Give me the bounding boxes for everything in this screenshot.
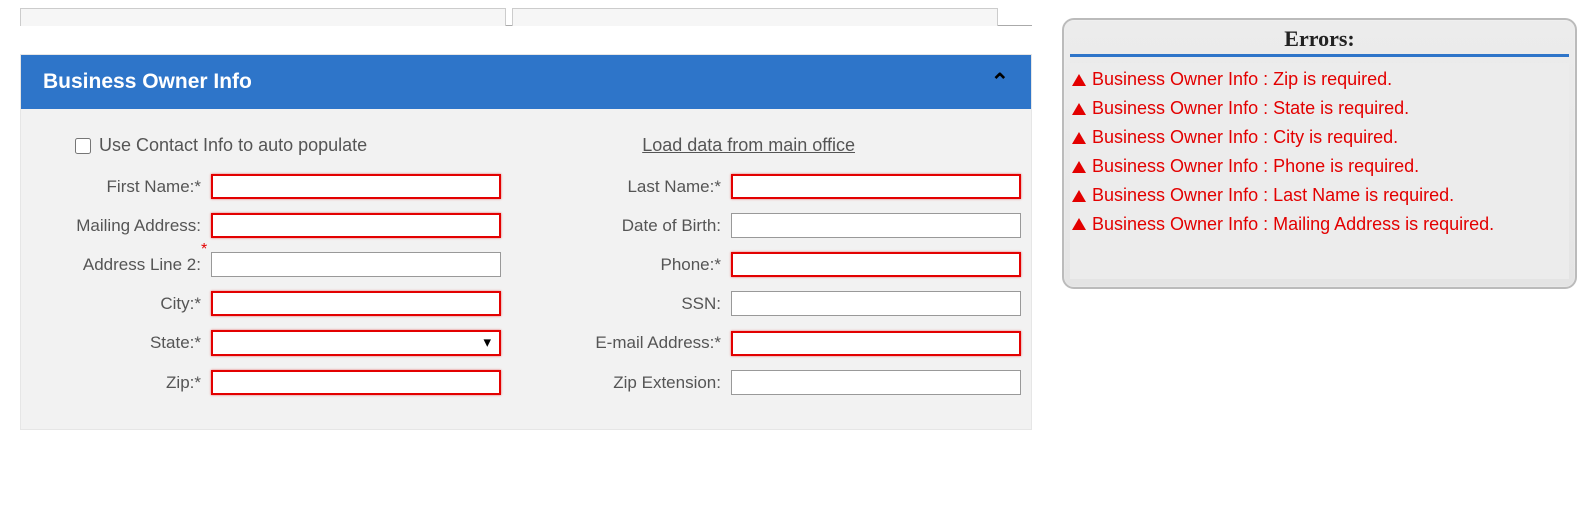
label-email: E-mail Address:* bbox=[521, 333, 721, 353]
auto-populate-checkbox-label[interactable]: Use Contact Info to auto populate bbox=[75, 135, 367, 156]
error-item[interactable]: Business Owner Info : City is required. bbox=[1070, 123, 1569, 152]
warning-icon bbox=[1072, 74, 1086, 86]
error-item[interactable]: Business Owner Info : Mailing Address is… bbox=[1070, 210, 1569, 239]
label-mailing-address: Mailing Address: bbox=[21, 216, 201, 236]
mailing-address-input[interactable] bbox=[211, 213, 501, 238]
tab-bar bbox=[20, 8, 1032, 26]
zip-ext-input[interactable] bbox=[731, 370, 1021, 395]
city-input[interactable] bbox=[211, 291, 501, 316]
tab-ghost-left[interactable] bbox=[20, 8, 506, 26]
label-ssn: SSN: bbox=[521, 294, 721, 314]
business-owner-panel: Business Owner Info ⌃ Use Contact Info t… bbox=[20, 54, 1032, 430]
auto-populate-text: Use Contact Info to auto populate bbox=[99, 135, 367, 156]
error-item[interactable]: Business Owner Info : State is required. bbox=[1070, 94, 1569, 123]
first-name-input[interactable] bbox=[211, 174, 501, 199]
label-last-name: Last Name:* bbox=[521, 177, 721, 197]
error-item[interactable]: Business Owner Info : Last Name is requi… bbox=[1070, 181, 1569, 210]
auto-populate-checkbox[interactable] bbox=[75, 138, 91, 154]
warning-icon bbox=[1072, 132, 1086, 144]
panel-header[interactable]: Business Owner Info ⌃ bbox=[21, 55, 1031, 109]
ssn-input[interactable] bbox=[731, 291, 1021, 316]
warning-icon bbox=[1072, 161, 1086, 173]
panel-title: Business Owner Info bbox=[43, 70, 252, 94]
label-zip-ext: Zip Extension: bbox=[521, 373, 721, 393]
required-asterisk-icon: * bbox=[201, 241, 207, 259]
phone-input[interactable] bbox=[731, 252, 1021, 277]
warning-icon bbox=[1072, 218, 1086, 230]
warning-icon bbox=[1072, 103, 1086, 115]
label-first-name: First Name:* bbox=[21, 177, 201, 197]
warning-icon bbox=[1072, 190, 1086, 202]
error-item[interactable]: Business Owner Info : Zip is required. bbox=[1070, 65, 1569, 94]
error-item[interactable]: Business Owner Info : Phone is required. bbox=[1070, 152, 1569, 181]
form-grid: First Name:* Last Name:* Mailing Address… bbox=[21, 156, 1031, 395]
state-select[interactable] bbox=[211, 330, 501, 356]
label-zip: Zip:* bbox=[21, 373, 201, 393]
errors-panel: Errors: Business Owner Info : Zip is req… bbox=[1062, 18, 1577, 289]
main-form-area: Business Owner Info ⌃ Use Contact Info t… bbox=[20, 8, 1032, 430]
email-input[interactable] bbox=[731, 331, 1021, 356]
dob-input[interactable] bbox=[731, 213, 1021, 238]
load-data-link[interactable]: Load data from main office bbox=[642, 135, 855, 156]
label-address2: Address Line 2: bbox=[21, 255, 201, 275]
address2-input[interactable] bbox=[211, 252, 501, 277]
panel-top-row: Use Contact Info to auto populate Load d… bbox=[21, 109, 1031, 156]
label-phone: Phone:* bbox=[521, 255, 721, 275]
label-city: City:* bbox=[21, 294, 201, 314]
zip-input[interactable] bbox=[211, 370, 501, 395]
errors-title: Errors: bbox=[1070, 26, 1569, 57]
last-name-input[interactable] bbox=[731, 174, 1021, 199]
label-state: State:* bbox=[21, 333, 201, 353]
chevron-up-icon: ⌃ bbox=[991, 69, 1009, 95]
errors-scroll[interactable]: Business Owner Info : Zip is required. B… bbox=[1070, 63, 1569, 279]
tab-ghost-right[interactable] bbox=[512, 8, 998, 26]
label-dob: Date of Birth: bbox=[521, 216, 721, 236]
